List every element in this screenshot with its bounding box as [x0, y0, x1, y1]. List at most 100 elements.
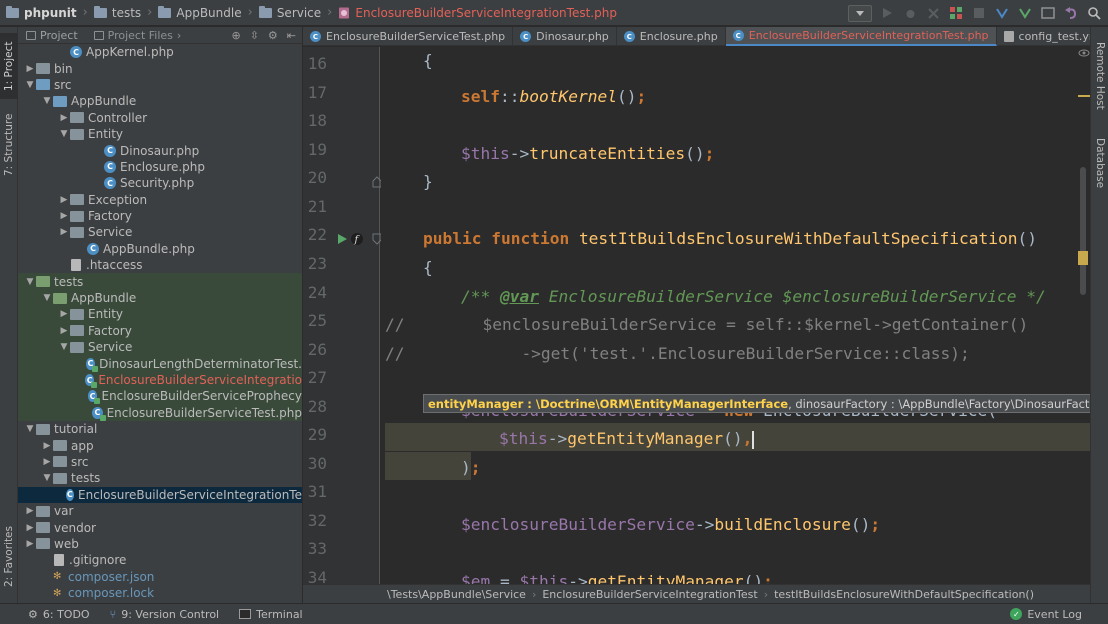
tree-item[interactable]: ▶ var [18, 503, 302, 519]
stop-icon[interactable] [971, 5, 987, 21]
collapse-arrow-icon[interactable]: ▼ [58, 342, 70, 352]
expand-arrow-icon[interactable]: ▶ [58, 309, 70, 319]
collapse-arrow-icon[interactable]: ▼ [41, 473, 53, 483]
collapse-arrow-icon[interactable]: ▼ [24, 277, 36, 287]
tree-item[interactable]: C AppBundle.php [18, 241, 302, 257]
expand-arrow-icon[interactable]: ▶ [58, 326, 70, 336]
tree-item[interactable]: ▼ tutorial [18, 421, 302, 437]
expand-arrow-icon[interactable]: ▶ [58, 227, 70, 237]
expand-arrow-icon[interactable]: ▶ [24, 506, 36, 516]
tree-item[interactable]: .gitignore [18, 552, 302, 568]
tree-item[interactable]: ▼ Entity [18, 126, 302, 142]
tree-item[interactable]: C EnclosureBuilderServiceTest.php [18, 404, 302, 421]
tree-item[interactable]: .htaccess [18, 257, 302, 273]
tree-item[interactable]: C AppKernel.php [18, 44, 302, 60]
gear-icon[interactable]: ⚙ [268, 29, 278, 42]
tree-item[interactable]: C Enclosure.php [18, 159, 302, 175]
expand-arrow-icon[interactable]: ▶ [58, 195, 70, 205]
todo-tool-button[interactable]: ⚙ 6: TODO [0, 608, 100, 621]
tree-item[interactable]: ▶ app [18, 437, 302, 453]
tree-item[interactable]: ▶ Entity [18, 306, 302, 323]
breadcrumb-current-file[interactable]: EnclosureBuilderServiceIntegrationTest.p… [338, 6, 623, 20]
breadcrumb-namespace[interactable]: \Tests\AppBundle\Service [387, 588, 526, 601]
vcs-commit-icon[interactable] [1017, 5, 1033, 21]
expand-arrow-icon[interactable]: ▶ [24, 523, 36, 533]
rerun-icon[interactable] [948, 5, 964, 21]
code-editor[interactable]: { self::bootKernel(); $this->truncateEnt… [381, 47, 1090, 584]
tree-item[interactable]: ▶ bin [18, 60, 302, 76]
warning-marker[interactable] [1078, 95, 1090, 97]
collapse-arrow-icon[interactable]: ▼ [24, 80, 36, 90]
tree-item[interactable]: C DinosaurLengthDeterminatorTest. [18, 355, 302, 372]
tree-item[interactable]: C Dinosaur.php [18, 142, 302, 158]
tree-item[interactable]: ▼ Service [18, 339, 302, 356]
tree-item[interactable]: C EnclosureBuilderServiceIntegrationTe [18, 486, 302, 503]
expand-arrow-icon[interactable]: ▶ [41, 457, 53, 467]
tree-item[interactable]: ▶ Exception [18, 192, 302, 208]
tree-item[interactable]: C Security.php [18, 175, 302, 191]
collapse-arrow-icon[interactable]: ▼ [24, 424, 36, 434]
expand-arrow-icon[interactable]: ▶ [58, 113, 70, 123]
favorites-tool-tab[interactable]: 2: Favorites [0, 517, 18, 597]
search-everywhere-icon[interactable] [1086, 5, 1102, 21]
folder-icon [70, 341, 84, 353]
version-control-tool-button[interactable]: ⑂ 9: Version Control [100, 608, 230, 621]
tree-item[interactable]: ✻ composer.lock [18, 585, 302, 601]
database-tool-tab[interactable]: Database [1091, 127, 1108, 199]
event-log-button[interactable]: ✓ Event Log [1010, 608, 1108, 621]
hide-panel-icon[interactable]: ⇤ [287, 29, 296, 42]
run-icon[interactable] [879, 5, 895, 21]
tree-item[interactable]: ▼ AppBundle [18, 289, 302, 307]
tree-item[interactable]: C EnclosureBuilderServiceIntegratio [18, 371, 302, 389]
editor-tab[interactable]: C Enclosure.php [617, 27, 726, 46]
collapse-arrow-icon[interactable]: ▼ [58, 129, 70, 139]
tree-item[interactable]: ▶ Controller [18, 110, 302, 126]
run-configuration-dropdown[interactable] [848, 4, 872, 22]
expand-arrow-icon[interactable]: ▶ [24, 64, 36, 74]
vcs-compare-icon[interactable] [1040, 5, 1056, 21]
breadcrumb-appbundle[interactable]: AppBundle [158, 5, 247, 20]
breadcrumb-tests[interactable]: tests [93, 5, 147, 20]
structure-tool-tab[interactable]: 7: Structure [0, 105, 18, 185]
line-number: 22 [307, 225, 327, 244]
collapse-all-icon[interactable]: ⇳ [250, 29, 259, 42]
tree-item[interactable]: ✻ composer.json [18, 569, 302, 585]
tree-item[interactable]: ▼ src [18, 77, 302, 93]
scrollbar-thumb[interactable] [1080, 167, 1086, 295]
tree-item[interactable]: ▶ Factory [18, 322, 302, 340]
tree-item[interactable]: ▼ AppBundle [18, 93, 302, 109]
project-files-tab[interactable]: Project Files › [86, 27, 190, 44]
breadcrumb-project[interactable]: phpunit [6, 5, 83, 20]
debug-icon[interactable] [902, 5, 918, 21]
breadcrumb-method[interactable]: testItBuildsEnclosureWithDefaultSpecific… [774, 588, 1034, 601]
terminal-tool-button[interactable]: Terminal [229, 608, 313, 621]
locate-file-icon[interactable]: ⊕ [231, 29, 240, 42]
breadcrumb-class[interactable]: EnclosureBuilderServiceIntegrationTest [542, 588, 757, 601]
expand-arrow-icon[interactable]: ▶ [58, 211, 70, 221]
project-view-tab[interactable]: Project [18, 27, 86, 44]
collapse-arrow-icon[interactable]: ▼ [41, 293, 53, 303]
run-test-icon[interactable] [336, 233, 348, 245]
editor-tab[interactable]: C Dinosaur.php [513, 27, 617, 46]
vcs-revert-icon[interactable] [1063, 5, 1079, 21]
tree-item[interactable]: ▶ src [18, 454, 302, 470]
editor-tab[interactable]: C EnclosureBuilderServiceIntegrationTest.… [725, 27, 997, 46]
tree-item[interactable]: ▶ Factory [18, 208, 302, 224]
tree-item[interactable]: ▶ vendor [18, 519, 302, 535]
tree-item[interactable]: C EnclosureBuilderServiceProphecy [18, 388, 302, 405]
tree-item[interactable]: ▼ tests [18, 470, 302, 486]
usage-marker[interactable] [1078, 251, 1088, 265]
tree-item[interactable]: ▶ web [18, 536, 302, 552]
project-tool-tab[interactable]: 1: Project [0, 33, 18, 99]
editor-scrollbar[interactable] [1078, 47, 1090, 584]
coverage-icon[interactable] [925, 5, 941, 21]
breadcrumb-service[interactable]: Service [258, 5, 327, 20]
expand-arrow-icon[interactable]: ▶ [24, 539, 36, 549]
tree-item[interactable]: ▼ tests [18, 273, 302, 290]
tree-item[interactable]: ▶ Service [18, 224, 302, 240]
remote-host-tool-tab[interactable]: Remote Host [1091, 35, 1108, 117]
expand-arrow-icon[interactable]: ▶ [41, 441, 53, 451]
editor-tab[interactable]: C EnclosureBuilderServiceTest.php [303, 27, 514, 46]
vcs-update-icon[interactable] [994, 5, 1010, 21]
collapse-arrow-icon[interactable]: ▼ [41, 96, 53, 106]
